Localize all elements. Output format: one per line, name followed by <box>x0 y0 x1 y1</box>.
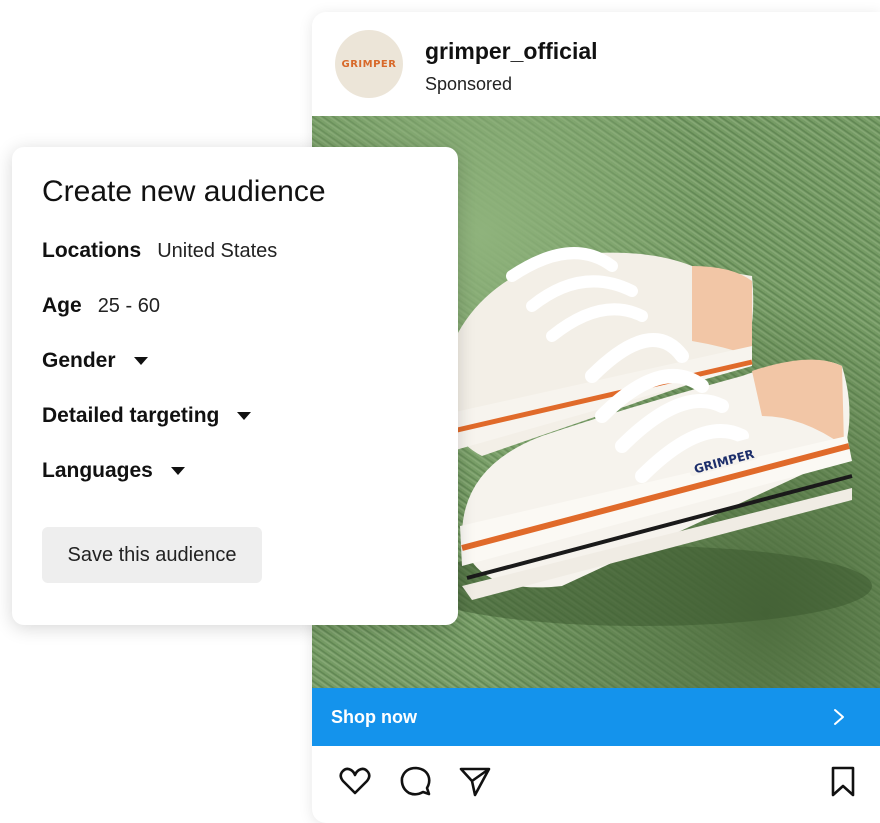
chevron-right-icon <box>834 709 844 725</box>
bookmark-icon[interactable] <box>826 764 860 798</box>
post-actions <box>312 746 880 823</box>
locations-label: Locations <box>42 239 142 262</box>
heart-icon[interactable] <box>338 764 372 798</box>
detailed-targeting-label: Detailed targeting <box>42 404 220 427</box>
send-icon[interactable] <box>458 764 492 798</box>
age-value: 25 - 60 <box>97 294 160 317</box>
sponsored-label: Sponsored <box>425 74 513 94</box>
age-row[interactable]: Age 25 - 60 <box>42 294 160 318</box>
detailed-targeting-dropdown[interactable]: Detailed targeting <box>42 404 252 428</box>
post-username[interactable]: grimper_official <box>425 38 598 65</box>
stage: GRIMPER grimper_official Sponsored GRIMP… <box>0 0 880 823</box>
caret-down-icon <box>170 467 185 475</box>
shop-now-button[interactable]: Shop now <box>312 688 880 746</box>
gender-label: Gender <box>42 349 116 372</box>
caret-down-icon <box>237 412 252 420</box>
gender-dropdown[interactable]: Gender <box>42 349 148 373</box>
locations-value: United States <box>157 239 278 262</box>
languages-label: Languages <box>42 459 153 482</box>
shop-now-label: Shop now <box>331 706 417 727</box>
avatar[interactable]: GRIMPER <box>335 30 403 98</box>
languages-dropdown[interactable]: Languages <box>42 459 185 483</box>
comment-icon[interactable] <box>398 764 432 798</box>
post-header: GRIMPER grimper_official Sponsored <box>312 12 880 116</box>
locations-row[interactable]: Locations United States <box>42 239 277 263</box>
panel-title: Create new audience <box>42 175 326 208</box>
avatar-logo-text: GRIMPER <box>341 58 397 70</box>
create-audience-panel: Create new audience Locations United Sta… <box>12 147 458 625</box>
save-audience-button[interactable]: Save this audience <box>42 527 262 583</box>
age-label: Age <box>42 294 82 317</box>
caret-down-icon <box>133 357 148 365</box>
